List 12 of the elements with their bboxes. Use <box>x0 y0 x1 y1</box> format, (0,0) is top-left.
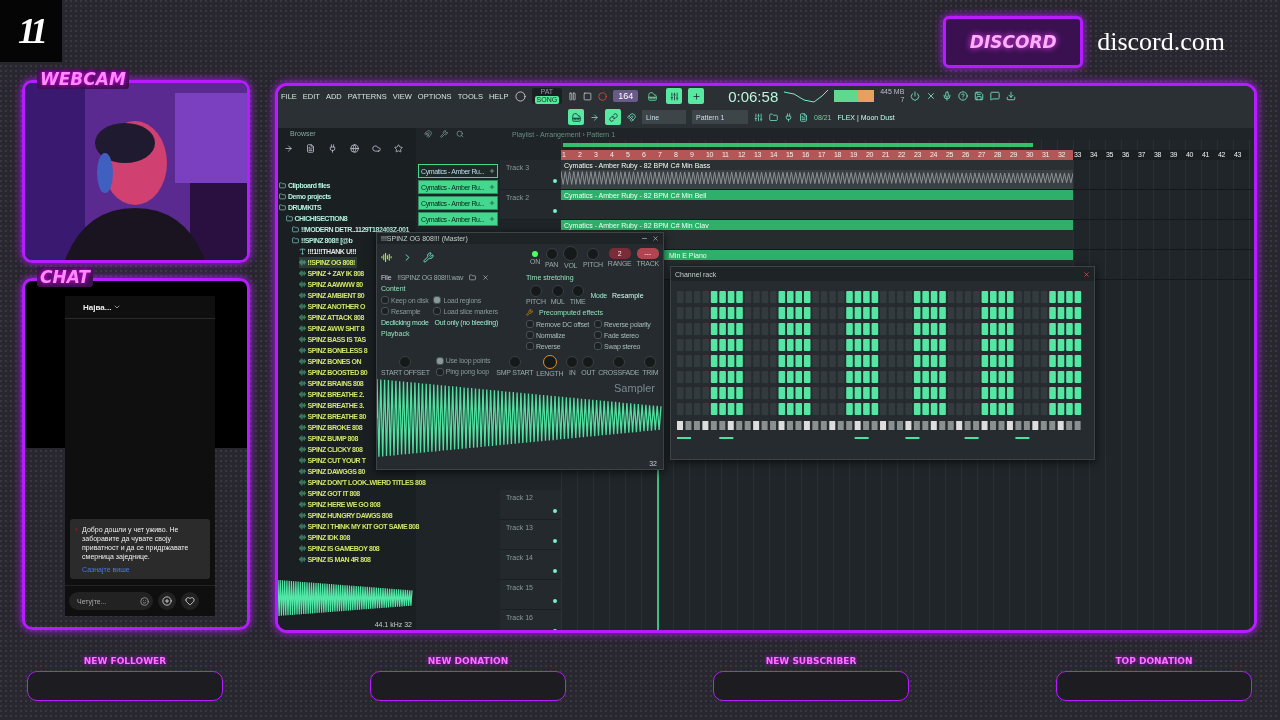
sampler-watermark: Sampler <box>614 382 655 394</box>
discord-url: discord.com <box>1097 27 1225 57</box>
alert-label: NEW DONATION <box>427 656 509 666</box>
logo: 11 <box>0 0 62 62</box>
alert-label: NEW FOLLOWER <box>83 656 167 666</box>
tempo-display[interactable]: 164 <box>613 90 639 102</box>
discord-badge: DISCORD <box>943 16 1084 68</box>
chat-sort-label[interactable]: Најва... <box>83 302 112 312</box>
alert-label: NEW SUBSCRIBER <box>765 656 857 666</box>
song-time: 0:06:58 <box>728 87 779 105</box>
chat-label: CHAT <box>37 267 93 287</box>
alert-label: TOP DONATION <box>1115 656 1193 666</box>
